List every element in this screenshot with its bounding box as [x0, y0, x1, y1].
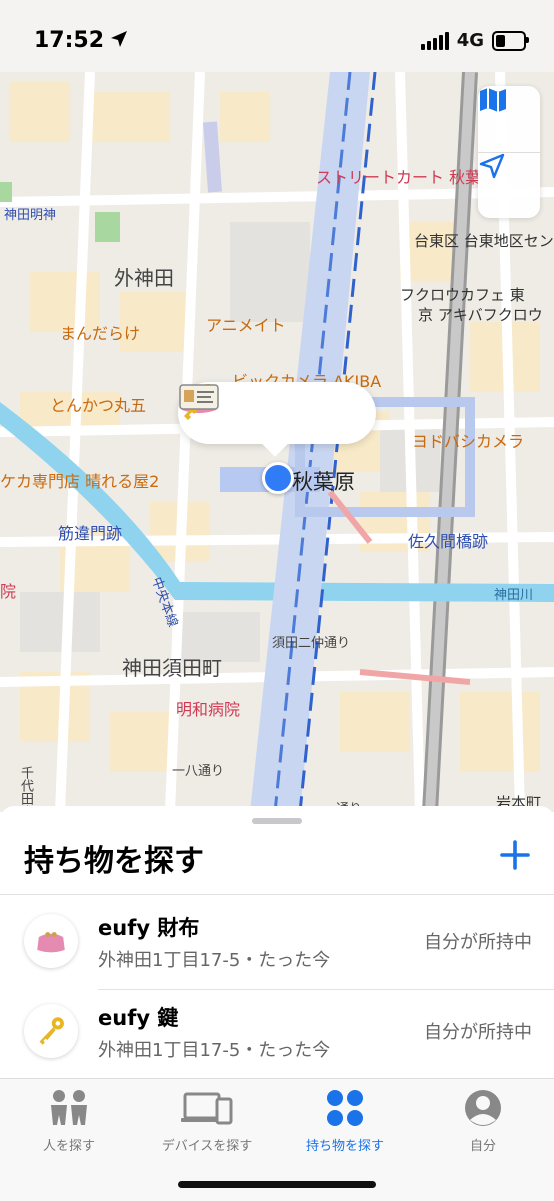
map-label-fukurou-1: フクロウカフェ 東 [400, 286, 525, 304]
map-label-sotokanda: 外神田 [114, 266, 174, 290]
map-label-yodobashi: ヨドバシカメラ [412, 432, 525, 451]
items-bubble[interactable] [178, 382, 376, 457]
map-label-taito-ku: 台東区 台東地区センタ [414, 232, 554, 250]
item-row-key[interactable]: eufy 鍵 外神田1丁目17-5・たった今 自分が所持中 [0, 990, 554, 1078]
map-view[interactable]: 神田明神 外神田 まんだらけ アニメイト とんかつ丸五 ビックカメラ AKIBA… [0, 72, 554, 812]
map-label-sakuma: 佐久間橋跡 [408, 532, 489, 551]
map-label-meiwa: 明和病院 [176, 700, 241, 719]
signal-icon [420, 31, 449, 50]
map-label-street-kart: ストリートカート 秋葉 [316, 168, 482, 187]
tab-devices[interactable]: デバイスを探す [138, 1085, 276, 1159]
map-label-tonkatsu: とんかつ丸五 [50, 396, 147, 415]
items-icon [276, 1085, 414, 1131]
locate-button[interactable] [478, 152, 540, 218]
add-item-button[interactable] [498, 838, 532, 872]
map-label-akihabara: 秋葉原 [292, 470, 355, 494]
location-arrow-icon [479, 153, 505, 179]
location-arrow-icon [110, 30, 128, 52]
user-location-dot [262, 462, 294, 494]
map-label-kanda-sudacho: 神田須田町 [122, 656, 222, 680]
map-label-kandagawa: 神田川 [494, 588, 534, 603]
people-icon [0, 1085, 138, 1131]
sheet-grabber[interactable] [252, 818, 302, 824]
person-icon [414, 1085, 552, 1131]
item-location: 外神田1丁目17-5・たった今 [98, 1040, 331, 1061]
sheet-divider [0, 894, 554, 895]
home-indicator[interactable] [178, 1181, 376, 1188]
map-label-harerugaya: ケカ専門店 晴れる屋2 [0, 472, 160, 491]
map-label-mandarake: まんだらけ [60, 324, 141, 343]
map-label-suda-nichome: 須田二仲通り [272, 636, 351, 651]
map-label-in: 院 [0, 582, 17, 601]
status-time: 17:52 [34, 28, 105, 53]
purse-icon [37, 932, 65, 953]
devices-icon [138, 1085, 276, 1131]
network-label: 4G [456, 30, 484, 51]
item-status: 自分が所持中 [424, 932, 532, 953]
map-label-fukurou-2: 京 アキバフクロウ [418, 306, 543, 324]
items-sheet: 持ち物を探す eufy 財布 外神田1丁目17-5・たった今 自分が所持中 eu… [0, 806, 554, 1078]
key-icon [39, 1017, 64, 1045]
plus-icon [500, 840, 530, 870]
item-avatar [24, 1004, 78, 1058]
tab-label: 持ち物を探す [305, 1139, 384, 1154]
item-name: eufy 財布 [98, 916, 200, 940]
tab-me[interactable]: 自分 [414, 1085, 552, 1159]
item-avatar [24, 914, 78, 968]
map-controls [478, 86, 540, 218]
map-label-sujikai: 筋違門跡 [58, 524, 123, 543]
tab-label: 自分 [469, 1139, 496, 1154]
tab-items[interactable]: 持ち物を探す [276, 1085, 414, 1159]
tab-label: 人を探す [42, 1139, 95, 1154]
battery-icon [492, 30, 529, 51]
item-name: eufy 鍵 [98, 1006, 179, 1030]
tab-bar: 人を探す デバイスを探す 持ち物を探す 自分 [0, 1078, 554, 1201]
status-bar: 17:52 4G [0, 0, 554, 72]
item-location: 外神田1丁目17-5・たった今 [98, 950, 331, 971]
item-status: 自分が所持中 [424, 1022, 532, 1043]
tab-people[interactable]: 人を探す [0, 1085, 138, 1159]
tab-label: デバイスを探す [161, 1139, 253, 1154]
map-label-ichihachi: 一八通り [172, 764, 225, 779]
map-mode-button[interactable] [478, 86, 540, 152]
map-label-kanda-myojin: 神田明神 [4, 208, 57, 223]
sheet-title: 持ち物を探す [24, 844, 204, 879]
status-indicators: 4G [420, 30, 529, 51]
map-icon [480, 88, 506, 112]
map-label-animate: アニメイト [206, 316, 286, 335]
item-row-wallet[interactable]: eufy 財布 外神田1丁目17-5・たった今 自分が所持中 [0, 900, 554, 990]
